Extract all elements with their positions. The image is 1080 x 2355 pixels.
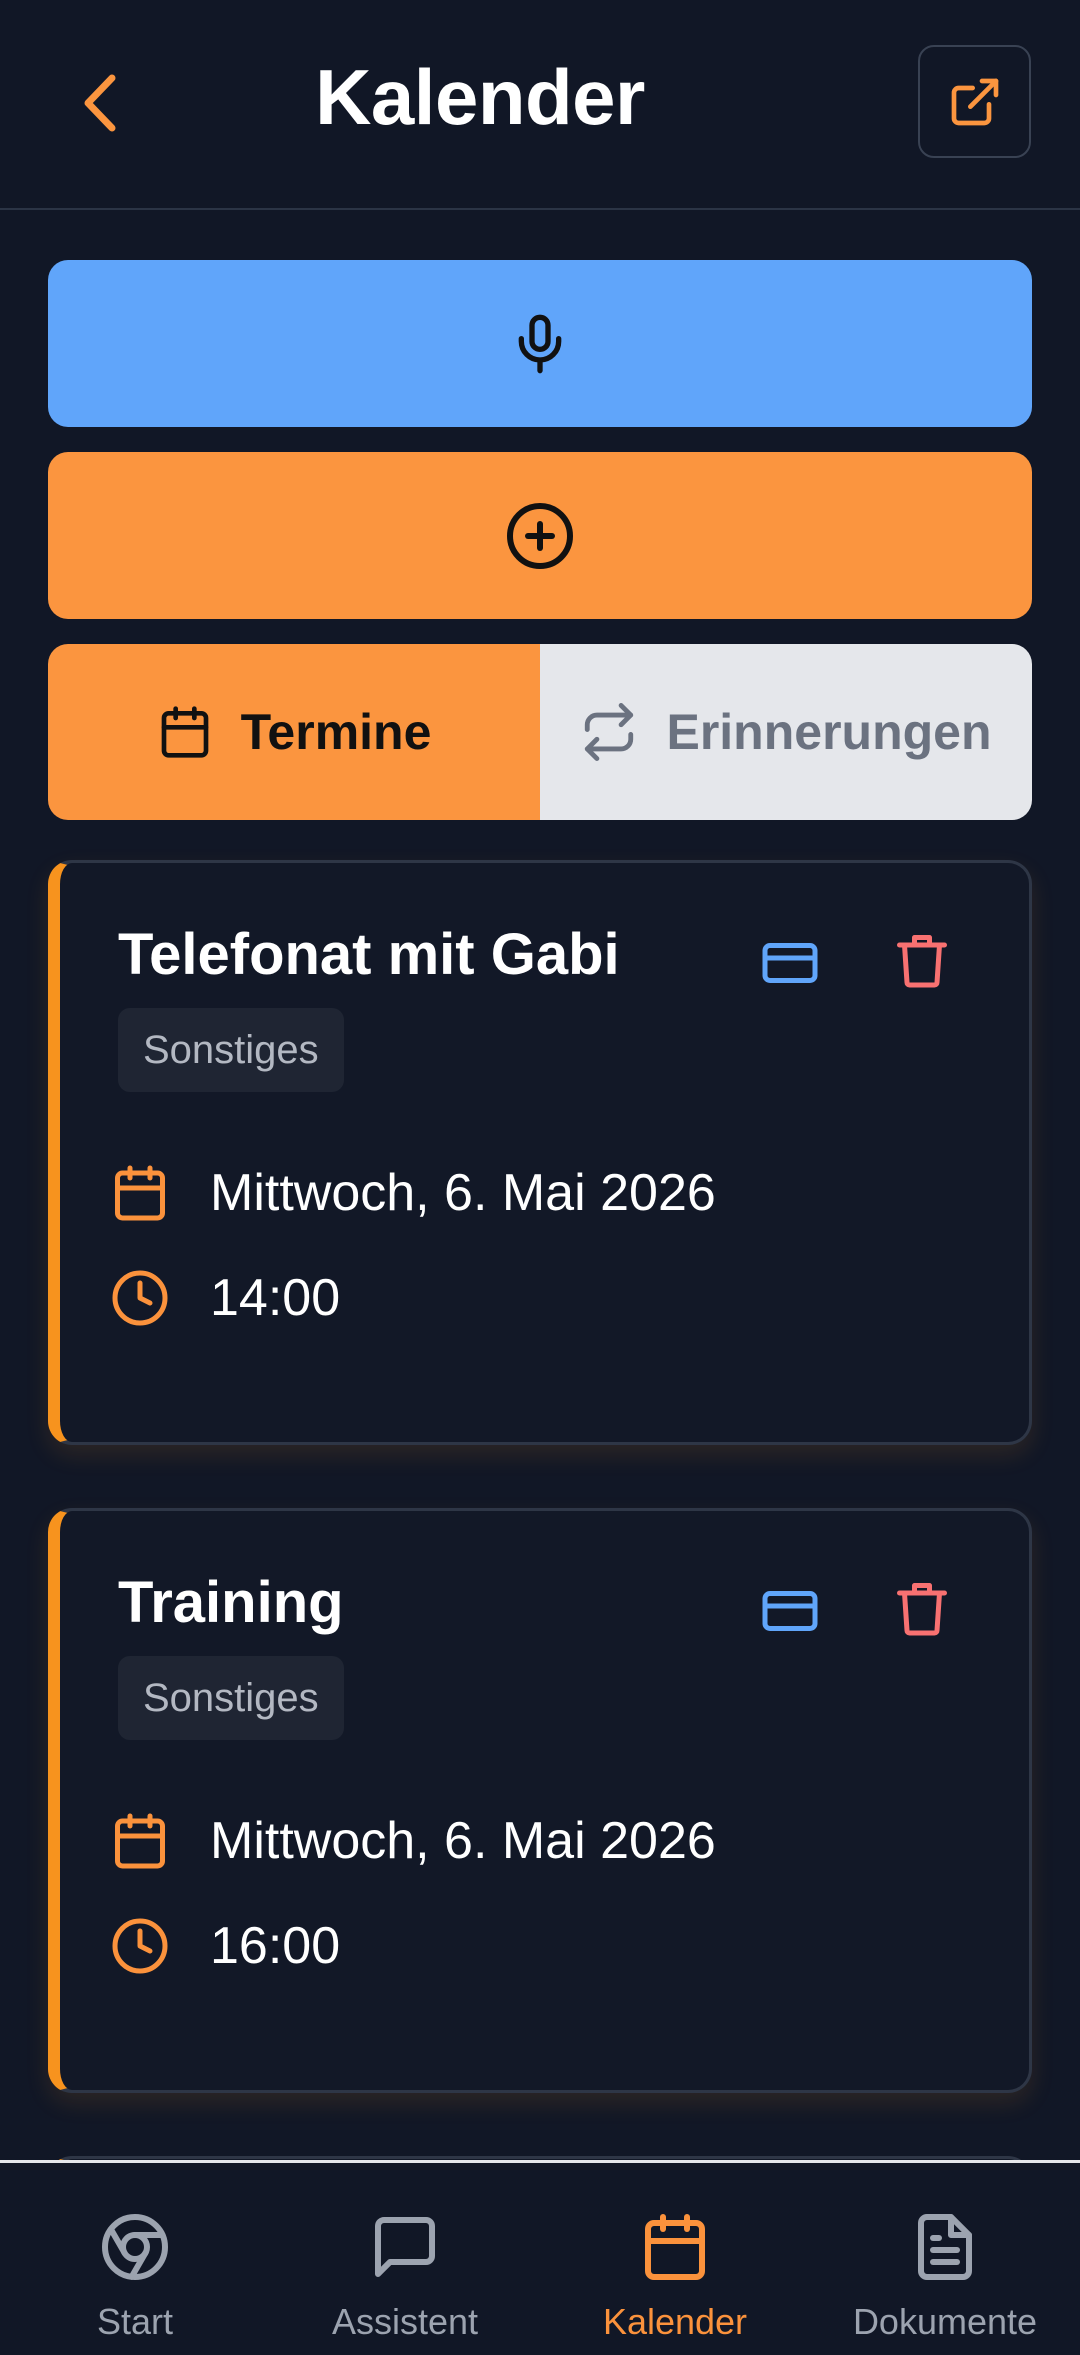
event-title: Training xyxy=(118,1570,344,1635)
nav-label: Assistent xyxy=(331,2301,479,2342)
card-icon xyxy=(762,1591,818,1631)
event-time-row: 16:00 xyxy=(110,1916,340,1976)
tab-erinnerungen[interactable]: Erinnerungen xyxy=(540,644,1032,820)
calendar-icon xyxy=(115,1165,165,1221)
event-time: 16:00 xyxy=(210,1917,341,1975)
calendar-icon xyxy=(161,706,208,758)
event-title: Telefonat mit Gabi xyxy=(118,922,620,987)
edit-button[interactable] xyxy=(760,1581,830,1651)
nav-label: Kalender xyxy=(602,2301,748,2342)
chrome-icon xyxy=(102,2214,168,2280)
event-date: Mittwoch, 6. Mai 2026 xyxy=(210,1812,716,1870)
nav-label: Start xyxy=(96,2301,174,2342)
edit-button[interactable] xyxy=(760,933,830,1003)
event-date: Mittwoch, 6. Mai 2026 xyxy=(210,1164,716,1222)
document-icon xyxy=(918,2214,972,2280)
nav-item-assistent[interactable]: Assistent xyxy=(270,2163,540,2355)
external-link-button[interactable] xyxy=(918,45,1031,158)
event-card[interactable]: Telefonat mit Gabi Sonstiges Mittwoch, 6… xyxy=(48,860,1032,1445)
tab-label: Erinnerungen xyxy=(666,704,992,760)
repeat-icon xyxy=(585,703,634,761)
event-card[interactable]: Training Sonstiges Mittwoch, 6. Mai 2026… xyxy=(48,1508,1032,2093)
nav-label: Dokumente xyxy=(852,2301,1038,2342)
microphone-icon xyxy=(518,314,562,373)
add-event-button[interactable] xyxy=(48,452,1032,619)
event-time: 14:00 xyxy=(210,1269,341,1327)
tab-label: Termine xyxy=(240,704,432,760)
trash-icon xyxy=(897,1583,947,1636)
category-badge: Sonstiges xyxy=(118,1656,344,1740)
tab-termine[interactable]: Termine xyxy=(48,644,540,820)
calendar-icon xyxy=(645,2214,705,2280)
nav-item-start[interactable]: Start xyxy=(0,2163,270,2355)
bottom-nav: Start Assistent Kalender Dokumente xyxy=(0,2160,1080,2355)
calendar-icon xyxy=(115,1813,165,1869)
card-icon xyxy=(762,943,818,983)
delete-button[interactable] xyxy=(892,929,962,999)
event-date-row: Mittwoch, 6. Mai 2026 xyxy=(110,1163,716,1223)
clock-icon xyxy=(112,1270,168,1326)
event-time-row: 14:00 xyxy=(110,1268,340,1328)
trash-icon xyxy=(897,935,947,988)
nav-item-kalender[interactable]: Kalender xyxy=(540,2163,810,2355)
external-link-icon xyxy=(951,78,998,125)
view-tabs: Termine Erinnerungen xyxy=(48,644,1032,820)
app-header: Kalender xyxy=(0,0,1080,210)
plus-circle-icon xyxy=(507,502,573,569)
event-date-row: Mittwoch, 6. Mai 2026 xyxy=(110,1811,716,1871)
nav-item-dokumente[interactable]: Dokumente xyxy=(810,2163,1080,2355)
clock-icon xyxy=(112,1918,168,1974)
chat-icon xyxy=(375,2217,435,2277)
voice-input-button[interactable] xyxy=(48,260,1032,427)
category-badge: Sonstiges xyxy=(118,1008,344,1092)
delete-button[interactable] xyxy=(892,1577,962,1647)
